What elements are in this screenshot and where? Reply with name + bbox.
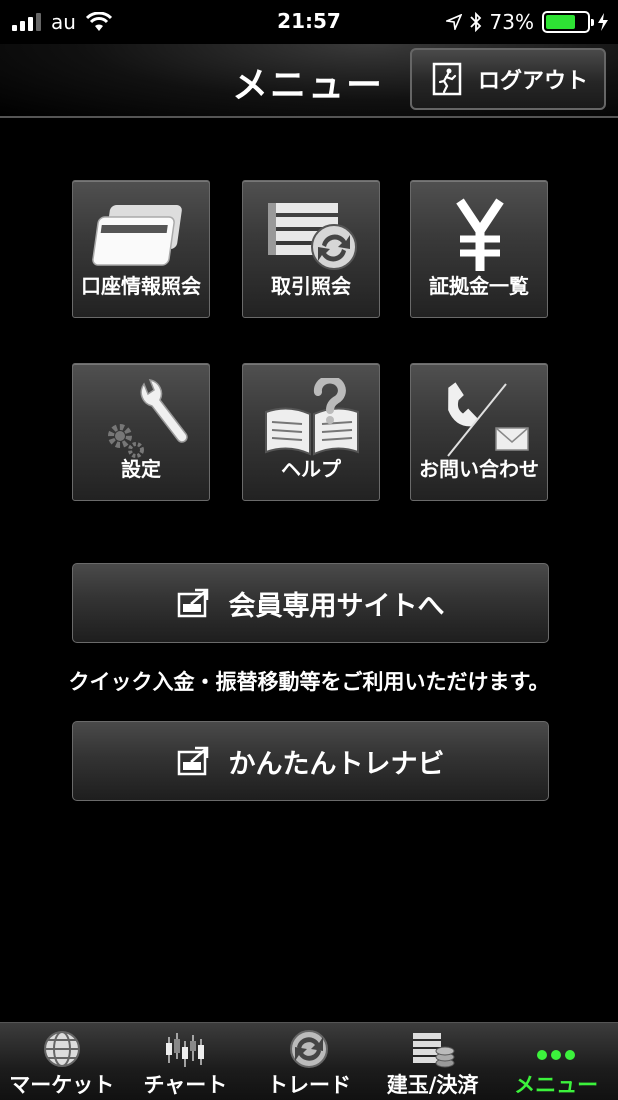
member-site-notice: クイック入金・振替移動等をご利用いただけます。: [68, 670, 550, 694]
battery-fill: [546, 15, 576, 29]
tab-positions[interactable]: 建玉/決済: [371, 1023, 495, 1100]
tab-label: トレード: [266, 1073, 351, 1097]
help-button[interactable]: ヘルプ: [242, 363, 380, 501]
status-bar: au 21:57 73%: [0, 0, 618, 44]
logout-button[interactable]: ログアウト: [410, 48, 606, 110]
card-icon: [92, 205, 182, 266]
tab-market[interactable]: マーケット: [0, 1023, 124, 1100]
trade-list-icon: [268, 203, 357, 270]
phone-mail-icon: [447, 382, 529, 457]
tab-label: メニュー: [514, 1073, 599, 1097]
trade-icon: [289, 1030, 328, 1068]
nav-header: メニュー ログアウト: [0, 44, 618, 118]
tab-trade[interactable]: トレード: [247, 1023, 371, 1100]
tile-label: お問い合わせ: [419, 457, 539, 481]
page-title: メニュー: [232, 65, 385, 106]
tab-label: 建玉/決済: [386, 1073, 479, 1097]
exit-door-icon: [432, 62, 462, 96]
tab-menu[interactable]: メニュー: [494, 1023, 618, 1100]
tile-label: 設定: [121, 457, 161, 481]
status-right: 73%: [445, 10, 608, 34]
member-site-label: 会員専用サイトへ: [228, 590, 445, 622]
easy-navi-label: かんたんトレナビ: [228, 748, 445, 780]
margin-list-button[interactable]: 証拠金一覧: [410, 180, 548, 318]
bluetooth-icon: [469, 12, 481, 32]
location-icon: [445, 14, 462, 30]
tile-label: 証拠金一覧: [429, 274, 529, 298]
tab-label: マーケット: [9, 1073, 115, 1097]
external-link-icon: [177, 746, 208, 776]
help-book-icon: [265, 378, 359, 456]
trade-inquiry-button[interactable]: 取引照会: [242, 180, 380, 318]
settings-button[interactable]: 設定: [72, 363, 210, 501]
globe-icon: [43, 1031, 80, 1067]
easy-navi-button[interactable]: かんたんトレナビ: [72, 721, 549, 801]
more-dots-icon: [537, 1050, 576, 1060]
tile-label: 取引照会: [271, 274, 351, 298]
contact-button[interactable]: お問い合わせ: [410, 363, 548, 501]
yen-icon: [456, 198, 504, 271]
position-icon: [412, 1033, 455, 1068]
tab-chart[interactable]: チャート: [124, 1023, 248, 1100]
wrench-gear-icon: [108, 379, 188, 458]
battery-percent: 73%: [489, 10, 534, 34]
candlestick-icon: [166, 1033, 205, 1067]
tile-label: ヘルプ: [281, 457, 341, 481]
external-link-icon: [177, 588, 208, 618]
member-site-button[interactable]: 会員専用サイトへ: [72, 563, 549, 643]
logout-label: ログアウト: [478, 69, 589, 94]
account-info-button[interactable]: 口座情報照会: [72, 180, 210, 318]
tab-bar: マーケット チャート トレード 建玉/決済 メニュー: [0, 1022, 618, 1100]
tab-label: チャート: [143, 1073, 228, 1097]
tile-label: 口座情報照会: [81, 274, 201, 298]
battery-icon: [542, 11, 594, 33]
charging-icon: [598, 13, 608, 31]
